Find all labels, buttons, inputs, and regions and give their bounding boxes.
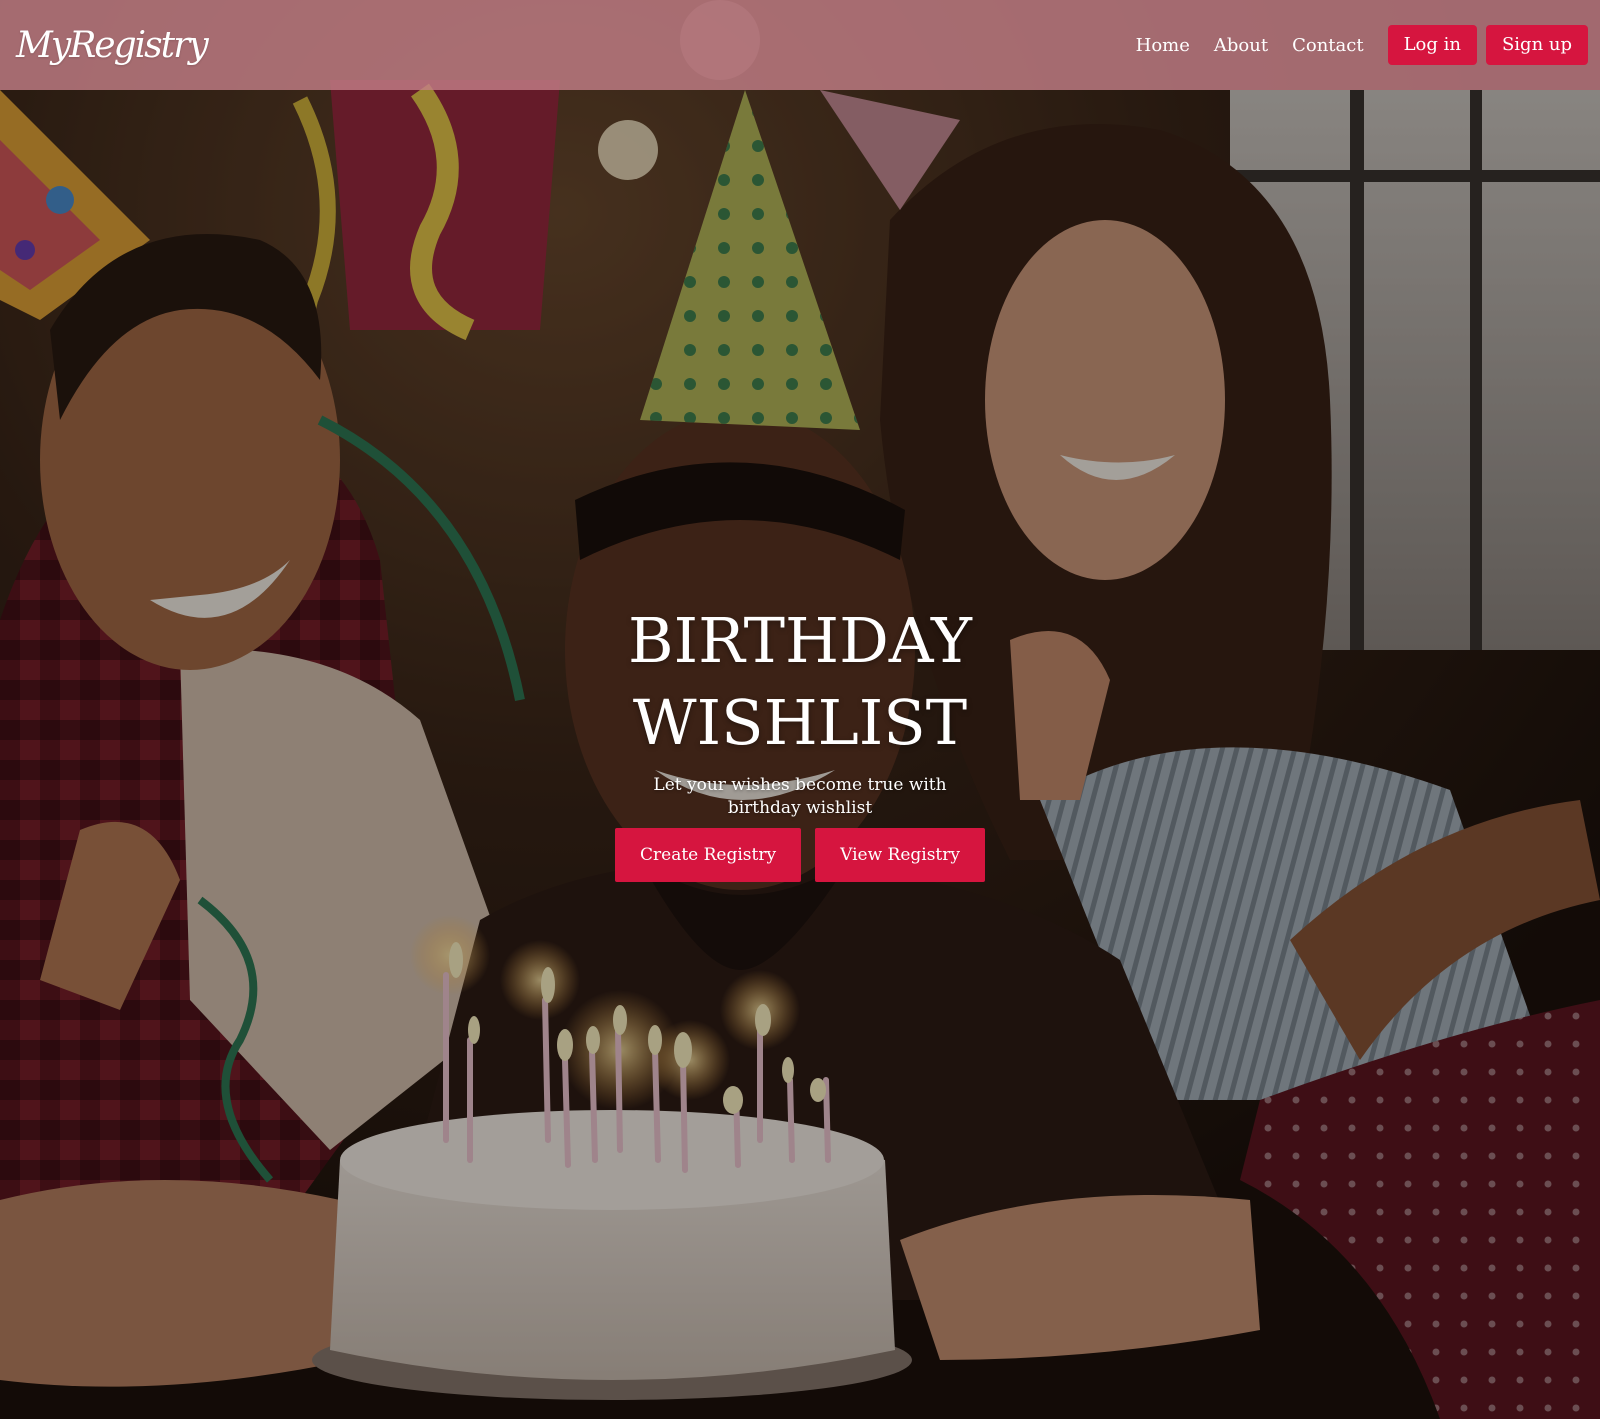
nav-link-about[interactable]: About [1214, 35, 1268, 56]
hero-subtitle: Let your wishes become true with birthda… [653, 775, 947, 818]
nav-link-home[interactable]: Home [1136, 35, 1190, 56]
hero-content: BIRTHDAY WISHLIST Let your wishes become… [0, 600, 1600, 882]
logo[interactable]: MyRegistry [16, 24, 209, 66]
create-registry-button[interactable]: Create Registry [615, 828, 802, 882]
hero-title: BIRTHDAY WISHLIST [628, 604, 972, 759]
navbar: MyRegistry Home About Contact Log in Sig… [0, 0, 1600, 90]
nav-menu: Home About Contact Log in Sign up [1136, 25, 1588, 65]
hero-buttons: Create Registry View Registry [0, 828, 1600, 882]
view-registry-button[interactable]: View Registry [815, 828, 985, 882]
nav-link-contact[interactable]: Contact [1292, 35, 1363, 56]
login-button[interactable]: Log in [1387, 25, 1477, 65]
signup-button[interactable]: Sign up [1485, 25, 1588, 65]
logo-text: MyRegistry [16, 24, 209, 66]
